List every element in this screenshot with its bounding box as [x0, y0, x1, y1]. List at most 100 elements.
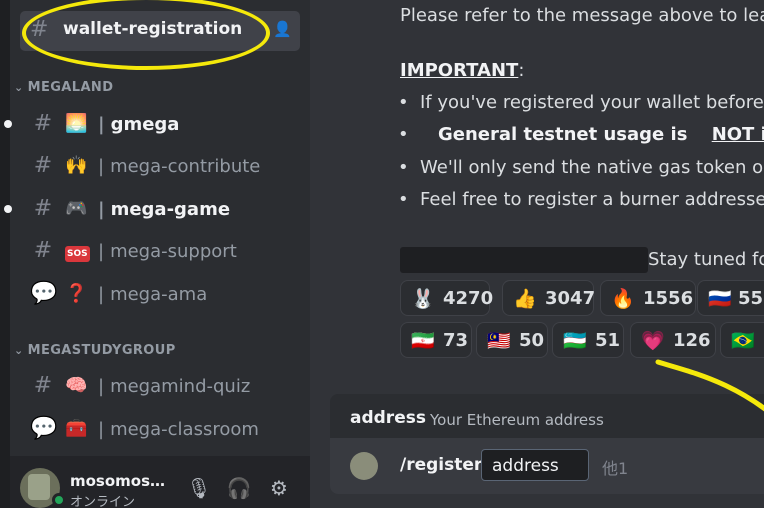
user-panel: mosomoso... オンライン 🎙 🎧 ⚙ — [10, 456, 310, 508]
hashtag-icon: # — [30, 17, 49, 42]
invite-members-icon[interactable]: 👤 — [273, 20, 292, 38]
message-text: Stay tuned fo — [648, 249, 764, 270]
bullet-item: Feel free to register a burner addresses — [398, 189, 764, 210]
redacted-block — [400, 247, 648, 273]
channel-mega-contribute[interactable]: # 🙌 | mega-contribute — [20, 148, 302, 184]
locked-hashtag-icon: # — [33, 196, 53, 221]
important-colon: : — [518, 60, 525, 81]
separator: | — [98, 419, 105, 440]
option-name: address — [350, 408, 426, 428]
forum-locked-icon: 💬 — [30, 416, 58, 441]
reaction-flag-iran[interactable]: 🇮🇷 73 — [400, 322, 472, 358]
bullet-underlined-text: NOT incentiviz — [711, 124, 764, 145]
separator: | — [98, 376, 105, 397]
bullet-text: General testnet usage is NOT incentiviz — [420, 124, 764, 145]
channel-label: gmega — [110, 114, 180, 135]
category-label: MEGALAND — [27, 80, 114, 95]
sos-icon: SOS — [65, 240, 90, 262]
backpack-icon: 🧰 — [65, 418, 88, 439]
category-label: MEGASTUDYGROUP — [27, 343, 176, 358]
reaction-count: 3047 — [545, 288, 596, 309]
channel-wallet-registration[interactable]: # wallet-registration 👤 — [20, 11, 300, 51]
chevron-down-icon: ⌄ — [14, 81, 24, 94]
separator: | — [98, 156, 105, 177]
gear-icon[interactable]: ⚙ — [266, 476, 292, 502]
command-name: /register — [400, 455, 483, 475]
flag-iran-icon: 🇮🇷 — [411, 330, 435, 352]
microphone-icon[interactable]: 🎙 — [186, 476, 212, 502]
channel-mega-support[interactable]: # SOS | mega-support — [20, 233, 302, 269]
forum-locked-icon: 💬 — [30, 281, 58, 306]
reaction-flag-malaysia[interactable]: 🇲🇾 50 — [476, 322, 548, 358]
reaction-rabbit[interactable]: 🐰 4270 — [400, 280, 493, 316]
flag-brazil-icon: 🇧🇷 — [731, 330, 755, 352]
question-mark-icon: ❓ — [65, 283, 88, 304]
locked-hashtag-icon: # — [33, 153, 53, 178]
category-megaland[interactable]: ⌄ MEGALAND — [14, 80, 113, 95]
unread-indicator — [4, 205, 12, 213]
channel-label: mega-ama — [110, 284, 208, 305]
channel-mega-classroom[interactable]: 💬 🧰 | mega-classroom — [20, 411, 302, 447]
address-option-field[interactable]: address — [481, 449, 589, 481]
locked-hashtag-icon: # — [33, 373, 53, 398]
online-status-dot — [52, 493, 66, 507]
bullet-item: General testnet usage is NOT incentiviz — [398, 124, 764, 145]
reaction-count: 55 — [738, 288, 764, 309]
separator: | — [98, 284, 105, 305]
bullet-text: Feel free to register a burner addresses — [420, 189, 764, 210]
chevron-down-icon: ⌄ — [14, 344, 24, 357]
fire-icon: 🔥 — [611, 288, 635, 310]
reaction-count: 1556 — [643, 288, 694, 309]
option-field-label: address — [492, 456, 559, 476]
reaction-flag-russia[interactable]: 🇷🇺 55 — [697, 280, 764, 316]
flag-malaysia-icon: 🇲🇾 — [487, 330, 511, 352]
reaction-count: 51 — [595, 330, 621, 351]
reaction-count: 73 — [443, 330, 469, 351]
reaction-pink-heart[interactable]: 💗 126 — [630, 322, 716, 358]
channel-label: mega-game — [110, 199, 231, 220]
server-list-edge — [0, 0, 10, 508]
reaction-fire[interactable]: 🔥 1556 — [600, 280, 696, 316]
more-options-label[interactable]: 他1 — [602, 455, 628, 479]
category-megastudygroup[interactable]: ⌄ MEGASTUDYGROUP — [14, 343, 176, 358]
channel-label: mega-support — [110, 241, 237, 262]
bot-avatar — [350, 452, 378, 480]
headphones-icon[interactable]: 🎧 — [226, 476, 252, 502]
flag-uzbekistan-icon: 🇺🇿 — [563, 330, 587, 352]
message-text: Please refer to the message above to lea… — [400, 5, 764, 26]
brain-icon: 🧠 — [65, 375, 88, 396]
channel-mega-ama[interactable]: 💬 ❓ | mega-ama — [20, 276, 302, 312]
reaction-flag-uzbekistan[interactable]: 🇺🇿 51 — [552, 322, 624, 358]
channel-gmega[interactable]: # 🌅 | gmega — [4, 106, 302, 142]
bullet-text: If you've registered your wallet before … — [420, 92, 764, 113]
bullet-item: We'll only send the native gas token on … — [398, 157, 764, 178]
bullet-text: We'll only send the native gas token on … — [420, 157, 764, 178]
reaction-thumbs-up[interactable]: 👍 3047 — [502, 280, 596, 316]
raised-hands-icon: 🙌 — [65, 155, 88, 176]
locked-hashtag-icon: # — [33, 111, 53, 136]
bullet-item: If you've registered your wallet before … — [398, 92, 764, 113]
channel-sidebar: # wallet-registration 👤 ⌄ MEGALAND # 🌅 | g… — [0, 0, 310, 508]
reaction-count: 50 — [519, 330, 545, 351]
bullet-bold-text: General testnet usage is — [438, 124, 694, 145]
field-divider — [566, 450, 568, 480]
sunrise-icon: 🌅 — [65, 113, 88, 134]
separator: | — [98, 241, 105, 262]
rabbit-icon: 🐰 — [411, 288, 435, 310]
channel-label: megamind-quiz — [110, 376, 251, 397]
unread-indicator — [4, 120, 12, 128]
channel-label: wallet-registration — [63, 19, 243, 39]
locked-hashtag-icon: # — [33, 238, 53, 263]
thumbs-up-icon: 👍 — [513, 288, 537, 310]
option-description: Your Ethereum address — [430, 411, 604, 429]
flag-russia-icon: 🇷🇺 — [708, 288, 732, 310]
command-input-row[interactable]: /register address 他1 — [330, 438, 764, 494]
channel-megamind-quiz[interactable]: # 🧠 | megamind-quiz — [20, 368, 302, 404]
separator: | — [98, 199, 105, 220]
channel-mega-game[interactable]: # 🎮 | mega-game — [4, 191, 302, 227]
gamepad-icon: 🎮 — [65, 198, 88, 219]
reaction-flag-brazil[interactable]: 🇧🇷 1 — [720, 322, 764, 358]
username[interactable]: mosomoso... — [70, 472, 168, 490]
important-heading: IMPORTANT: — [400, 60, 524, 81]
slash-command-panel: address Your Ethereum address /register … — [330, 394, 764, 494]
